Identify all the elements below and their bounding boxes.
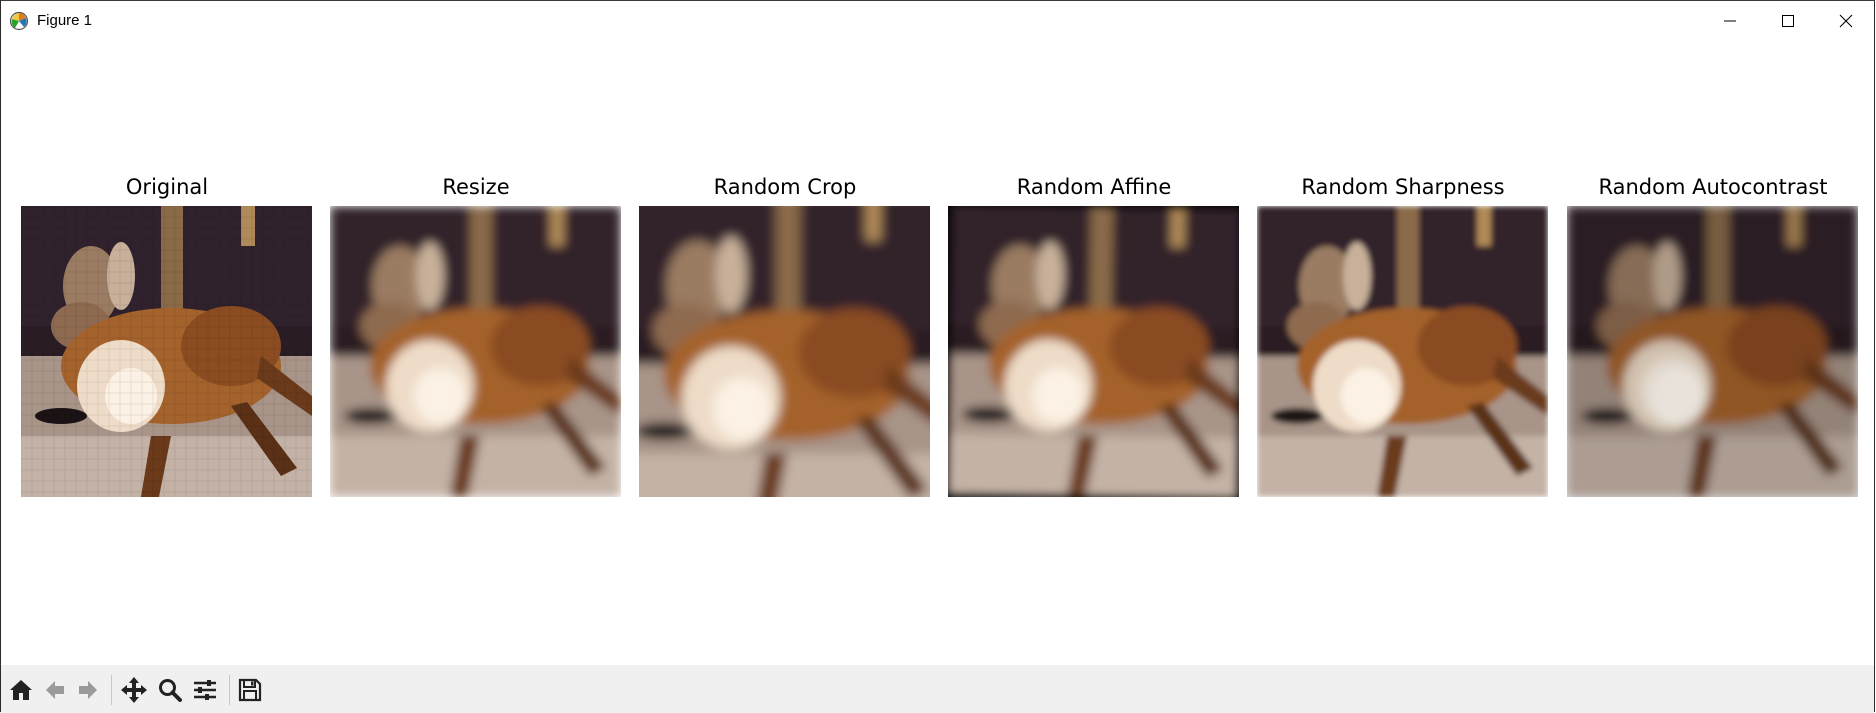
panel-image xyxy=(1567,206,1858,497)
panel-image xyxy=(330,206,621,497)
pan-button[interactable] xyxy=(118,675,150,705)
title-bar[interactable]: Figure 1 xyxy=(1,1,1874,41)
maximize-icon xyxy=(1782,15,1794,27)
deer-image-autocontrast xyxy=(1567,206,1858,497)
figure-window: Figure 1 Original Resize Random Crop Ran… xyxy=(0,0,1875,713)
navigation-toolbar xyxy=(1,665,1874,713)
pan-icon xyxy=(121,677,147,703)
minimize-button[interactable] xyxy=(1701,1,1759,41)
deer-image-original xyxy=(21,206,312,497)
figure-canvas[interactable]: Original Resize Random Crop Random Affin… xyxy=(1,41,1874,665)
maximize-button[interactable] xyxy=(1759,1,1817,41)
matplotlib-app-icon xyxy=(9,11,29,31)
configure-subplots-button[interactable] xyxy=(189,675,221,705)
panel-title: Original xyxy=(125,175,209,199)
deer-image-affine xyxy=(948,206,1239,497)
zoom-button[interactable] xyxy=(154,675,186,705)
configure-subplots-icon xyxy=(194,680,216,700)
panel-title: Random Affine xyxy=(1016,175,1172,199)
home-button[interactable] xyxy=(5,675,37,705)
zoom-icon xyxy=(159,679,182,702)
toolbar-separator xyxy=(229,675,230,705)
panel-title: Random Sharpness xyxy=(1301,175,1505,199)
deer-image-crop xyxy=(639,206,930,497)
panel-title: Random Crop xyxy=(713,175,857,199)
panel-title: Random Autocontrast xyxy=(1598,175,1828,199)
close-button[interactable] xyxy=(1817,1,1875,41)
deer-image-resize xyxy=(330,206,621,497)
window-title: Figure 1 xyxy=(37,12,93,29)
panel-title: Resize xyxy=(442,175,510,199)
toolbar-separator xyxy=(111,675,112,705)
panel-image xyxy=(1257,206,1548,497)
close-icon xyxy=(1839,14,1853,28)
panel-image xyxy=(948,206,1239,497)
save-button[interactable] xyxy=(234,675,266,705)
forward-button[interactable] xyxy=(72,675,104,705)
back-arrow-icon xyxy=(46,681,64,699)
panel-image xyxy=(639,206,930,497)
panel-image xyxy=(21,206,312,497)
home-icon xyxy=(10,680,32,700)
back-button[interactable] xyxy=(39,675,71,705)
deer-image-sharpness xyxy=(1257,206,1548,497)
save-icon xyxy=(238,678,262,702)
forward-arrow-icon xyxy=(79,681,97,699)
minimize-icon xyxy=(1724,20,1736,22)
